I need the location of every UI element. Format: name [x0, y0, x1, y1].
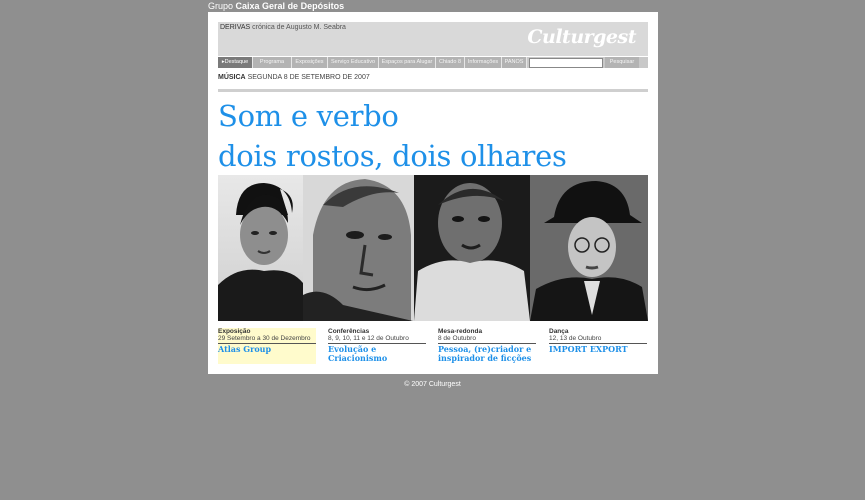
portrait-photo-4: [530, 175, 648, 321]
title-line-2: dois rostos, dois olhares: [218, 139, 567, 173]
footer-copyright: © 2007 Culturgest: [404, 381, 461, 388]
nav-item-panos[interactable]: PANOS: [502, 57, 527, 68]
divider: [218, 89, 648, 92]
event-category: Conferências: [328, 328, 370, 335]
event-title-link[interactable]: Evolução e Criacionismo: [328, 345, 426, 363]
dateline: MÚSICA SEGUNDA 8 DE SETEMBRO DE 2007: [218, 74, 370, 81]
group-line: Grupo Caixa Geral de Depósitos: [208, 1, 344, 11]
nav-item-programa[interactable]: Programa: [253, 57, 292, 68]
nav-item-informacoes[interactable]: Informações: [465, 57, 502, 68]
dateline-category: MÚSICA: [218, 74, 246, 81]
column-author: crónica de Augusto M. Seabra: [252, 24, 346, 31]
main-card: DERIVAS crónica de Augusto M. Seabra Cul…: [208, 12, 658, 374]
events-row: Exposição 29 Setembro a 30 de Dezembro A…: [218, 328, 648, 368]
column-byline: DERIVAS crónica de Augusto M. Seabra: [220, 24, 346, 31]
event-category: Exposição: [218, 328, 251, 335]
event-date: 12, 13 de Outubro: [549, 335, 647, 344]
event-card[interactable]: Exposição 29 Setembro a 30 de Dezembro A…: [218, 328, 316, 364]
main-nav: ▸Destaque Programa Exposições Serviço Ed…: [218, 57, 648, 68]
culturgest-logo[interactable]: Culturgest: [527, 26, 636, 48]
event-card[interactable]: Conferências 8, 9, 10, 11 e 12 de Outubr…: [328, 328, 426, 363]
site-header: DERIVAS crónica de Augusto M. Seabra Cul…: [218, 22, 648, 56]
nav-item-servico-educativo[interactable]: Serviço Educativo: [328, 57, 379, 68]
event-date: 29 Setembro a 30 de Dezembro: [218, 335, 316, 344]
page-title: Som e verbo dois rostos, dois olhares: [218, 96, 567, 176]
event-card[interactable]: Dança 12, 13 de Outubro IMPORT EXPORT: [549, 328, 647, 354]
portrait-strip: [218, 175, 648, 321]
event-category: Mesa-redonda: [438, 328, 483, 335]
group-name[interactable]: Caixa Geral de Depósitos: [236, 1, 345, 11]
event-date: 8 de Outubro: [438, 335, 536, 344]
search-button[interactable]: Pesquisar: [605, 57, 639, 68]
portrait-photo-2: [303, 175, 414, 321]
portrait-photo-3: [414, 175, 530, 321]
event-date: 8, 9, 10, 11 e 12 de Outubro: [328, 335, 426, 344]
event-title-link[interactable]: IMPORT EXPORT: [549, 345, 647, 354]
event-title-link[interactable]: Atlas Group: [218, 345, 316, 354]
nav-item-exposicoes[interactable]: Exposições: [292, 57, 328, 68]
event-category: Dança: [549, 328, 569, 335]
nav-item-chiado[interactable]: Chiado 8: [436, 57, 465, 68]
nav-item-espacos[interactable]: Espaços para Alugar: [379, 57, 436, 68]
dateline-date: SEGUNDA 8 DE SETEMBRO DE 2007: [247, 74, 370, 81]
group-prefix: Grupo: [208, 1, 234, 11]
event-card[interactable]: Mesa-redonda 8 de Outubro Pessoa, (re)cr…: [438, 328, 536, 363]
title-line-1: Som e verbo: [218, 99, 399, 133]
search-input[interactable]: [529, 58, 603, 68]
portrait-photo-1: [218, 175, 303, 321]
event-title-link[interactable]: Pessoa, (re)criador e inspirador de ficç…: [438, 345, 536, 363]
column-section: DERIVAS: [220, 24, 251, 31]
nav-item-destaque[interactable]: ▸Destaque: [218, 57, 253, 68]
